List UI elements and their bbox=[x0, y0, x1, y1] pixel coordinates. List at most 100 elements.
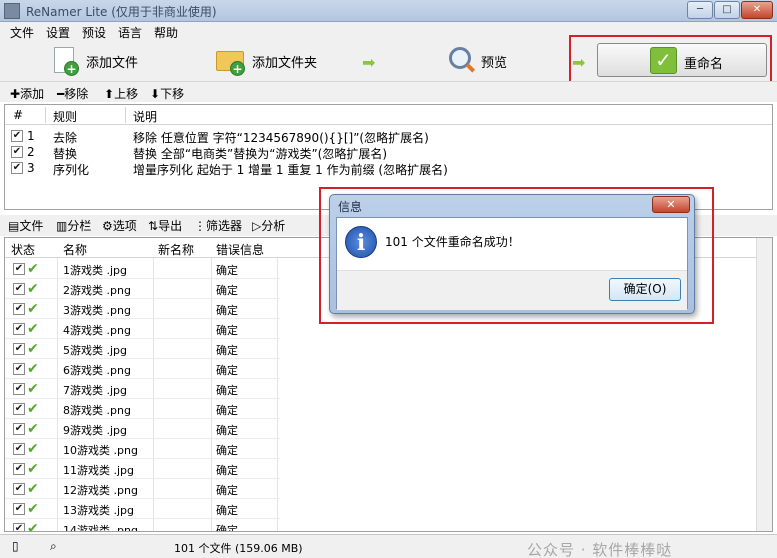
col-newname: 新名称 bbox=[158, 243, 195, 257]
menu-presets[interactable]: 预设 bbox=[82, 24, 106, 41]
file-error: 确定 bbox=[216, 464, 238, 477]
checkmark-icon: ✔ bbox=[27, 481, 39, 497]
columns-button[interactable]: ▥分栏 bbox=[56, 217, 91, 234]
file-name: 14游戏类 .png bbox=[63, 524, 138, 532]
file-icon: ▤ bbox=[8, 219, 20, 233]
add-file-icon: + bbox=[50, 45, 80, 77]
options-button[interactable]: ⚙选项 bbox=[102, 217, 137, 234]
col-error: 错误信息 bbox=[216, 243, 265, 257]
preview-button[interactable]: 预览 bbox=[445, 41, 507, 81]
file-name: 12游戏类 .png bbox=[63, 484, 138, 497]
status-bar: ▯ ⌕ 101 个文件 (159.06 MB) 公众号 · 软件棒棒哒 bbox=[0, 534, 777, 558]
table-row[interactable]: ✔ ✔ 6游戏类 .png 确定 bbox=[5, 359, 280, 379]
minimize-button[interactable]: ─ bbox=[687, 1, 713, 19]
col-name: 名称 bbox=[63, 243, 88, 257]
rules-toolbar: ✚添加 ━移除 ⬆上移 ⬇下移 bbox=[0, 81, 777, 102]
checkmark-icon: ✔ bbox=[27, 341, 39, 357]
col-status: 状态 bbox=[11, 243, 36, 257]
search-icon[interactable]: ⌕ bbox=[50, 539, 64, 553]
rule-row[interactable]: ✔ 3 序列化 增量序列化 起始于 1 增量 1 重复 1 作为前缀 (忽略扩展… bbox=[5, 160, 772, 177]
file-error: 确定 bbox=[216, 484, 238, 497]
filter-button[interactable]: ⋮筛选器 bbox=[194, 217, 242, 234]
file-checkbox[interactable]: ✔ bbox=[13, 323, 25, 335]
table-row[interactable]: ✔ ✔ 2游戏类 .png 确定 bbox=[5, 279, 280, 299]
file-checkbox[interactable]: ✔ bbox=[13, 343, 25, 355]
checkmark-icon: ✔ bbox=[27, 441, 39, 457]
analyze-button[interactable]: ▷分析 bbox=[252, 217, 285, 234]
export-icon: ⇅ bbox=[148, 219, 159, 233]
file-name: 1游戏类 .jpg bbox=[63, 264, 128, 277]
rule-row[interactable]: ✔ 2 替换 替换 全部“电商类”替换为“游戏类”(忽略扩展名) bbox=[5, 144, 772, 161]
rules-header: # 规则 说明 bbox=[5, 105, 772, 125]
files-scrollbar[interactable] bbox=[756, 238, 772, 531]
file-error: 确定 bbox=[216, 364, 238, 377]
table-row[interactable]: ✔ ✔ 9游戏类 .jpg 确定 bbox=[5, 419, 280, 439]
app-icon bbox=[4, 3, 20, 19]
file-error: 确定 bbox=[216, 344, 238, 357]
file-checkbox[interactable]: ✔ bbox=[13, 423, 25, 435]
maximize-button[interactable]: □ bbox=[714, 1, 740, 19]
table-row[interactable]: ✔ ✔ 4游戏类 .png 确定 bbox=[5, 319, 280, 339]
checkmark-icon: ✔ bbox=[27, 321, 39, 337]
table-row[interactable]: ✔ ✔ 7游戏类 .jpg 确定 bbox=[5, 379, 280, 399]
export-button[interactable]: ⇅导出 bbox=[148, 217, 182, 234]
file-checkbox[interactable]: ✔ bbox=[13, 523, 25, 531]
menu-file[interactable]: 文件 bbox=[10, 24, 34, 41]
remove-rule-button[interactable]: ━移除 bbox=[57, 85, 88, 102]
file-name: 10游戏类 .png bbox=[63, 444, 138, 457]
file-checkbox[interactable]: ✔ bbox=[13, 443, 25, 455]
checkmark-icon: ✔ bbox=[27, 381, 39, 397]
file-name: 11游戏类 .jpg bbox=[63, 464, 135, 477]
table-row[interactable]: ✔ ✔ 3游戏类 .png 确定 bbox=[5, 299, 280, 319]
rule-checkbox[interactable]: ✔ bbox=[11, 130, 23, 142]
table-row[interactable]: ✔ ✔ 5游戏类 .jpg 确定 bbox=[5, 339, 280, 359]
close-button[interactable]: ✕ bbox=[741, 1, 773, 19]
add-file-icon[interactable]: ▯ bbox=[12, 539, 26, 553]
file-checkbox[interactable]: ✔ bbox=[13, 263, 25, 275]
table-row[interactable]: ✔ ✔ 14游戏类 .png 确定 bbox=[5, 519, 280, 532]
file-checkbox[interactable]: ✔ bbox=[13, 503, 25, 515]
highlight-dialog bbox=[319, 187, 714, 324]
rule-checkbox[interactable]: ✔ bbox=[11, 146, 23, 158]
file-checkbox[interactable]: ✔ bbox=[13, 463, 25, 475]
filter-icon: ⋮ bbox=[194, 219, 206, 233]
menu-language[interactable]: 语言 bbox=[118, 24, 142, 41]
rule-checkbox[interactable]: ✔ bbox=[11, 162, 23, 174]
file-error: 确定 bbox=[216, 304, 238, 317]
table-row[interactable]: ✔ ✔ 12游戏类 .png 确定 bbox=[5, 479, 280, 499]
file-checkbox[interactable]: ✔ bbox=[13, 403, 25, 415]
table-row[interactable]: ✔ ✔ 8游戏类 .png 确定 bbox=[5, 399, 280, 419]
table-row[interactable]: ✔ ✔ 13游戏类 .jpg 确定 bbox=[5, 499, 280, 519]
file-checkbox[interactable]: ✔ bbox=[13, 283, 25, 295]
move-down-button[interactable]: ⬇下移 bbox=[150, 85, 184, 102]
menu-help[interactable]: 帮助 bbox=[154, 24, 178, 41]
file-name: 8游戏类 .png bbox=[63, 404, 131, 417]
file-name: 13游戏类 .jpg bbox=[63, 504, 135, 517]
file-error: 确定 bbox=[216, 384, 238, 397]
title-bar: ReNamer Lite (仅用于非商业使用) ─ □ ✕ bbox=[0, 0, 777, 22]
table-row[interactable]: ✔ ✔ 1游戏类 .jpg 确定 bbox=[5, 259, 280, 279]
add-files-button[interactable]: + 添加文件 bbox=[50, 41, 138, 81]
checkmark-icon: ✔ bbox=[27, 401, 39, 417]
rule-row[interactable]: ✔ 1 去除 移除 任意位置 字符“1234567890(){}[]”(忽略扩展… bbox=[5, 128, 772, 145]
file-checkbox[interactable]: ✔ bbox=[13, 383, 25, 395]
options-icon: ⚙ bbox=[102, 219, 113, 233]
checkmark-icon: ✔ bbox=[27, 301, 39, 317]
table-row[interactable]: ✔ ✔ 11游戏类 .jpg 确定 bbox=[5, 459, 280, 479]
files-menu-button[interactable]: ▤文件 bbox=[8, 217, 43, 234]
columns-icon: ▥ bbox=[56, 219, 68, 233]
file-error: 确定 bbox=[216, 264, 238, 277]
file-checkbox[interactable]: ✔ bbox=[13, 363, 25, 375]
checkmark-icon: ✔ bbox=[27, 521, 39, 532]
menu-settings[interactable]: 设置 bbox=[46, 24, 70, 41]
file-error: 确定 bbox=[216, 504, 238, 517]
checkmark-icon: ✔ bbox=[27, 261, 39, 277]
checkmark-icon: ✔ bbox=[27, 501, 39, 517]
add-folder-button[interactable]: + 添加文件夹 bbox=[216, 41, 317, 81]
file-checkbox[interactable]: ✔ bbox=[13, 483, 25, 495]
move-up-button[interactable]: ⬆上移 bbox=[104, 85, 138, 102]
table-row[interactable]: ✔ ✔ 10游戏类 .png 确定 bbox=[5, 439, 280, 459]
add-rule-button[interactable]: ✚添加 bbox=[10, 85, 44, 102]
file-error: 确定 bbox=[216, 444, 238, 457]
file-checkbox[interactable]: ✔ bbox=[13, 303, 25, 315]
